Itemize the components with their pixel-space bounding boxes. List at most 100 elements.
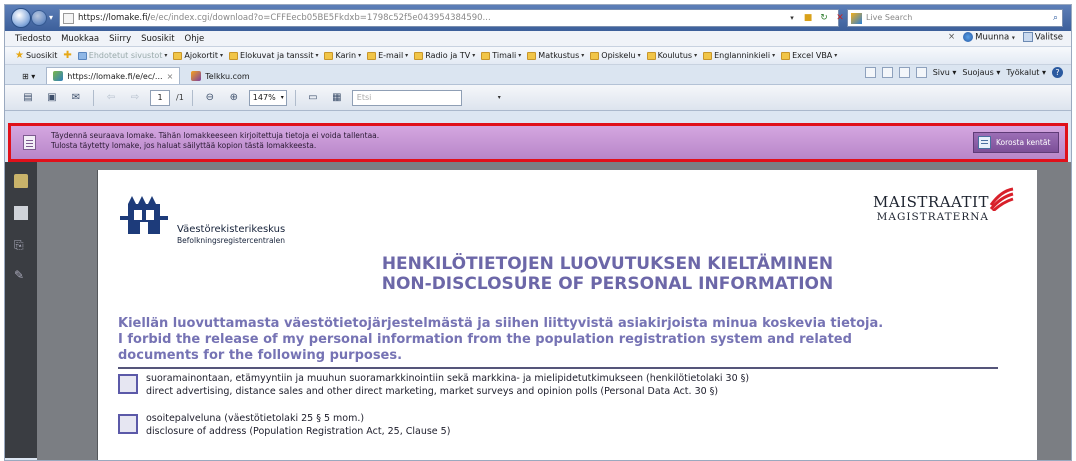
fav-label: Karin: [335, 51, 357, 60]
convert-label: Muunna: [975, 32, 1010, 43]
signatures-icon[interactable]: ✎: [14, 268, 28, 282]
option-direct-marketing: suoramainontaan, etämyyntiin ja muuhun s…: [118, 372, 1018, 404]
fav-folder[interactable]: Matkustus ▾: [527, 51, 584, 60]
search-input[interactable]: Live Search ⌕: [847, 9, 1063, 27]
fav-folder[interactable]: Opiskelu ▾: [590, 51, 641, 60]
pdf-toolbar: ▤ ▣ ✉ ⇦ ⇨ 1 /1 ⊖ ⊕ 147% ▾ ▭ ▦ Etsi ▾: [5, 85, 1071, 111]
highlight-fields-icon: [978, 136, 991, 149]
direct-marketing-checkbox[interactable]: [118, 374, 138, 394]
zoom-select[interactable]: 147% ▾: [248, 89, 287, 106]
zoom-out-icon[interactable]: ⊖: [201, 89, 219, 107]
convert-button[interactable]: Muunna ▾: [963, 32, 1015, 43]
fav-folder[interactable]: Englanninkieli ▾: [703, 51, 775, 60]
chevron-down-icon: ▾: [315, 52, 319, 59]
print-icon[interactable]: [915, 67, 927, 78]
menu-edit[interactable]: Muokkaa: [61, 34, 99, 44]
menu-help[interactable]: Ohje: [185, 34, 205, 44]
fav-folder[interactable]: Elokuvat ja tanssit ▾: [229, 51, 318, 60]
pages-icon[interactable]: [14, 206, 28, 220]
tools-menu[interactable]: Työkalut ▾: [1006, 68, 1046, 77]
address-toolbar: ▾ https://lomake.fi/e/ec/index.cgi/downl…: [5, 5, 1071, 31]
folder-icon: [229, 51, 239, 60]
tab-bar: ⊞ ▾ https://lomake.fi/e/ec/... × Telkku.c…: [5, 65, 1071, 85]
share-icon[interactable]: ✉: [67, 89, 85, 107]
document-viewport: Väestörekisterikeskus Befolkningsregiste…: [37, 162, 1037, 460]
address-input[interactable]: https://lomake.fi/e/ec/index.cgi/downloa…: [59, 9, 839, 27]
menu-right-tools: × Muunna ▾ Valitse: [948, 32, 1063, 43]
form-intro: Kiellän luovuttamasta väestötietojärjest…: [118, 316, 998, 364]
tab-lomake[interactable]: https://lomake.fi/e/ec/... ×: [46, 67, 181, 84]
fav-label: Excel VBA: [792, 51, 833, 60]
security-lock-icon[interactable]: [14, 174, 28, 188]
fav-folder[interactable]: Ajokortit ▾: [173, 51, 223, 60]
window-right-edge: [1037, 162, 1071, 460]
attachments-icon[interactable]: ⎘: [14, 238, 28, 252]
help-icon[interactable]: ?: [1052, 67, 1063, 78]
stop-icon[interactable]: ✕: [833, 11, 847, 25]
zoom-in-icon[interactable]: ⊕: [225, 89, 243, 107]
folder-icon: [173, 51, 183, 60]
page-menu[interactable]: Sivu ▾: [933, 68, 957, 77]
back-button[interactable]: [11, 8, 31, 28]
fit-page-icon[interactable]: ▭: [304, 89, 322, 107]
print-icon[interactable]: ▤: [19, 89, 37, 107]
search-icon[interactable]: ⌕: [1053, 10, 1058, 26]
chevron-down-icon: ▾: [358, 52, 362, 59]
address-disclosure-checkbox[interactable]: [118, 414, 138, 434]
chevron-down-icon: ▾: [220, 52, 224, 59]
command-bar: Sivu ▾ Suojaus ▾ Työkalut ▾ ?: [864, 67, 1063, 78]
dropdown-arrow-icon[interactable]: ▾: [785, 11, 799, 25]
fav-folder[interactable]: Timali ▾: [481, 51, 521, 60]
fav-folder[interactable]: E-mail ▾: [367, 51, 408, 60]
organization-name: Väestörekisterikeskus: [177, 224, 286, 235]
vrk-logo-icon: [120, 196, 168, 234]
next-page-icon[interactable]: ⇨: [126, 89, 144, 107]
safety-menu[interactable]: Suojaus ▾: [962, 68, 1000, 77]
add-favorite-button[interactable]: ✚: [63, 50, 71, 61]
safety-menu-label: Suojaus: [962, 68, 994, 77]
form-message-text: Täydennä seuraava lomake. Tähän lomakkee…: [51, 131, 379, 151]
folder-icon: [703, 51, 713, 60]
page-icon: [63, 13, 74, 24]
fav-folder[interactable]: Karin ▾: [324, 51, 361, 60]
quick-tabs-button[interactable]: ⊞ ▾: [15, 67, 42, 84]
page-number-input[interactable]: 1: [150, 89, 170, 106]
favorites-label: Suosikit: [25, 51, 58, 60]
chevron-down-icon: ▾: [280, 93, 284, 101]
folder-icon: [324, 51, 334, 60]
history-dropdown-icon[interactable]: ▾: [49, 13, 57, 23]
pdf-page: Väestörekisterikeskus Befolkningsregiste…: [97, 170, 1037, 460]
option-address-disclosure: osoitepalveluna (väestötietolaki 25 § 5 …: [118, 412, 1018, 444]
menu-file[interactable]: Tiedosto: [15, 34, 51, 44]
forward-button[interactable]: [31, 10, 47, 26]
maistraatit-flag-icon: [989, 187, 1014, 211]
fav-folder[interactable]: Excel VBA ▾: [781, 51, 837, 60]
search-placeholder: Live Search: [866, 13, 913, 22]
tab-telkku[interactable]: Telkku.com: [184, 67, 256, 84]
prev-page-icon[interactable]: ⇦: [102, 89, 120, 107]
home-icon[interactable]: [864, 67, 876, 78]
folder-icon: [77, 51, 87, 60]
favorites-button[interactable]: ★ Suosikit: [15, 50, 57, 61]
fav-suggested-sites[interactable]: Ehdotetut sivustot ▾: [77, 51, 167, 60]
fav-folder[interactable]: Koulutus ▾: [646, 51, 697, 60]
fav-folder[interactable]: Radio ja TV ▾: [414, 51, 475, 60]
fav-label: Elokuvat ja tanssit: [240, 51, 314, 60]
save-icon[interactable]: ▣: [43, 89, 61, 107]
option-text-fi: suoramainontaan, etämyyntiin ja muuhun s…: [146, 373, 750, 384]
menu-go[interactable]: Siirry: [109, 34, 131, 44]
mail-icon[interactable]: [898, 67, 910, 78]
option-text: suoramainontaan, etämyyntiin ja muuhun s…: [146, 372, 749, 398]
refresh-icon[interactable]: ↻: [817, 11, 831, 25]
feeds-icon[interactable]: [881, 67, 893, 78]
highlight-fields-button[interactable]: Korosta kentät: [973, 132, 1059, 153]
menu-favorites[interactable]: Suosikit: [141, 34, 174, 44]
tab-favicon-icon: [53, 71, 64, 81]
tab-close-icon[interactable]: ×: [167, 72, 174, 81]
select-button[interactable]: Valitse: [1022, 32, 1063, 43]
lock-icon[interactable]: ■: [801, 11, 815, 25]
chevron-down-icon: ▾: [472, 52, 476, 59]
find-input[interactable]: Etsi ▾: [351, 89, 501, 106]
close-icon[interactable]: ×: [948, 32, 955, 42]
fit-width-icon[interactable]: ▦: [328, 89, 346, 107]
